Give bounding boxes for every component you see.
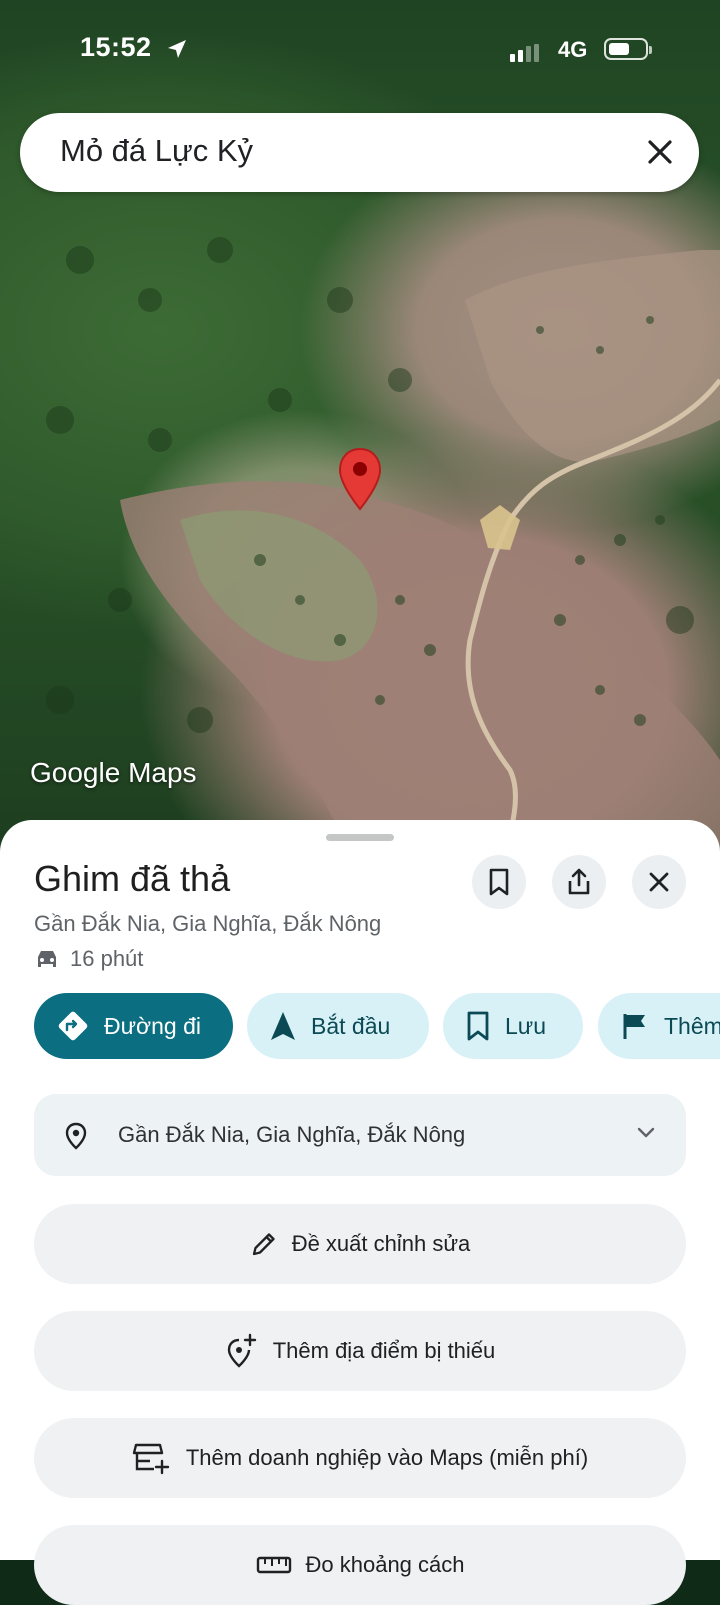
drive-time: 16 phút (34, 946, 143, 972)
address-row-label: Gần Đắk Nia, Gia Nghĩa, Đắk Nông (118, 1122, 466, 1147)
signal-bars-icon (510, 44, 539, 62)
network-type: 4G (558, 37, 588, 62)
label-chip[interactable]: Thêm (598, 993, 720, 1059)
chevron-down-icon[interactable] (636, 1126, 656, 1140)
action-label: Thêm địa điểm bị thiếu (272, 1338, 496, 1363)
action-label: Đề xuất chỉnh sửa (291, 1231, 471, 1256)
directions-chip[interactable]: Đường đi (34, 993, 233, 1059)
address-row[interactable]: Gần Đắk Nia, Gia Nghĩa, Đắk Nông (34, 1094, 686, 1176)
google-maps-logo: Google Maps (30, 757, 197, 788)
location-arrow-icon (168, 40, 186, 58)
add-business-button[interactable]: Thêm doanh nghiệp vào Maps (miễn phí) (34, 1418, 686, 1498)
flag-icon (623, 1014, 645, 1039)
drag-handle[interactable] (326, 834, 394, 841)
share-button[interactable] (552, 855, 606, 909)
drive-time-label: 16 phút (70, 946, 144, 971)
share-icon (568, 868, 590, 895)
car-icon (38, 951, 56, 967)
location-pin-icon (65, 1122, 87, 1150)
save-chip[interactable]: Lưu (443, 993, 583, 1059)
search-query[interactable]: Mỏ đá Lực Kỷ (60, 133, 253, 169)
add-missing-place-button[interactable]: Thêm địa điểm bị thiếu (34, 1311, 686, 1391)
save-place-button[interactable] (472, 855, 526, 909)
chip-label: Thêm (664, 1012, 720, 1039)
bookmark-icon (489, 868, 509, 896)
close-icon (649, 872, 669, 892)
place-address: Gần Đắk Nia, Gia Nghĩa, Đắk Nông (34, 911, 382, 936)
bookmark-icon (467, 1011, 489, 1041)
search-bar[interactable]: Mỏ đá Lực Kỷ (20, 113, 699, 192)
add-business-icon (132, 1443, 170, 1475)
chip-label: Đường đi (104, 1012, 201, 1039)
chip-label: Lưu (505, 1012, 546, 1039)
place-bottom-sheet: Ghim đã thả Gần Đắk Nia, Gia Nghĩa, Đắk … (0, 820, 720, 1605)
battery-icon (604, 38, 652, 60)
action-label: Đo khoảng cách (305, 1552, 465, 1577)
clear-search-icon[interactable] (645, 137, 675, 167)
place-title: Ghim đã thả (34, 858, 231, 899)
status-bar: 15:52 4G (0, 0, 720, 100)
add-place-icon (227, 1333, 256, 1368)
measure-distance-button[interactable]: Đo khoảng cách (34, 1525, 686, 1605)
close-sheet-button[interactable] (632, 855, 686, 909)
chip-label: Bắt đầu (311, 1012, 391, 1039)
status-time: 15:52 (80, 32, 152, 62)
action-chips: Đường đi Bắt đầu Lưu Thêm (34, 993, 720, 1061)
suggest-edit-button[interactable]: Đề xuất chỉnh sửa (34, 1204, 686, 1284)
ruler-icon (256, 1556, 291, 1574)
navigation-arrow-icon (271, 1012, 295, 1040)
start-chip[interactable]: Bắt đầu (247, 993, 429, 1059)
pencil-icon (252, 1233, 275, 1256)
directions-icon (58, 1011, 88, 1041)
action-label: Thêm doanh nghiệp vào Maps (miễn phí) (185, 1445, 589, 1470)
